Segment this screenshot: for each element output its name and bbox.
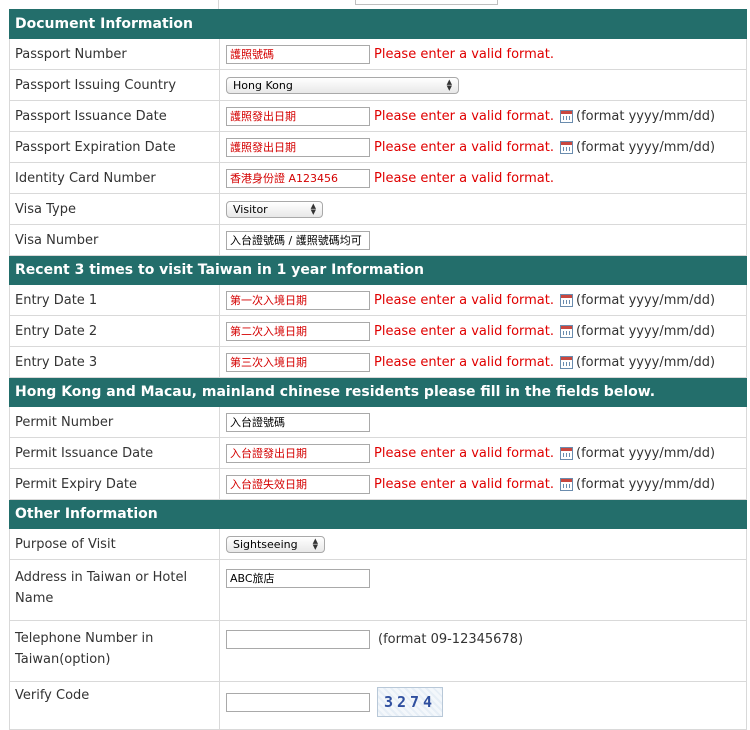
permit-expiry-input[interactable]: 入台證失效日期 [226,474,370,494]
row-purpose: Purpose of Visit Sightseeing ▲ ▼ [9,528,747,560]
error-message: Please enter a valid format. [374,139,555,155]
select-value: Sightseeing [233,537,298,551]
verify-code-input[interactable] [226,692,370,712]
identity-card-input[interactable]: 香港身份證 A123456 [226,168,370,188]
row-passport-number: Passport Number 護照號碼 Please enter a valid… [9,38,747,70]
date-format-hint: (format yyyy/mm/dd) [576,292,716,308]
date-format-hint: (format yyyy/mm/dd) [576,139,716,155]
date-format-hint: (format yyyy/mm/dd) [576,445,716,461]
row-entry-date-3: Entry Date 3 第三次入境日期 Please enter a valid… [9,346,747,378]
row-verify-code: Verify Code 3274 [9,681,747,730]
calendar-icon[interactable] [560,324,574,338]
telephone-label: Telephone Number in Taiwan(option) [9,620,220,682]
entry-date-2-label: Entry Date 2 [9,315,220,347]
permit-expiry-label: Permit Expiry Date [9,468,220,500]
row-expiration-date: Passport Expiration Date 護照發出日期 Please en… [9,131,747,163]
updown-arrows-icon: ▲ ▼ [310,202,316,216]
expiration-date-input[interactable]: 護照發出日期 [226,137,370,157]
visa-type-label: Visa Type [9,193,220,225]
row-telephone: Telephone Number in Taiwan(option) (form… [9,620,747,682]
row-visa-type: Visa Type Visitor ▲ ▼ [9,193,747,225]
error-message: Please enter a valid format. [374,476,555,492]
error-message: Please enter a valid format. [374,292,555,308]
calendar-icon[interactable] [560,355,574,369]
issuing-country-select[interactable]: Hong Kong ▲ ▼ [226,76,459,94]
row-issuing-country: Passport Issuing Country Hong Kong ▲ ▼ [9,69,747,101]
section-title: Recent 3 times to visit Taiwan in 1 year… [9,255,747,285]
section-permit: Hong Kong and Macau, mainland chinese re… [9,377,747,407]
section-document-information: Document Information [9,9,747,39]
address-label: Address in Taiwan or Hotel Name [9,559,220,621]
permit-number-label: Permit Number [9,406,220,438]
section-recent-visits: Recent 3 times to visit Taiwan in 1 year… [9,255,747,285]
issuing-country-label: Passport Issuing Country [9,69,220,101]
entry-date-1-label: Entry Date 1 [9,284,220,316]
row-visa-number: Visa Number 入台證號碼 / 護照號碼均可 [9,224,747,256]
error-message: Please enter a valid format. [374,46,555,62]
date-format-hint: (format yyyy/mm/dd) [576,108,716,124]
purpose-label: Purpose of Visit [9,528,220,560]
visa-type-select[interactable]: Visitor ▲ ▼ [226,200,323,218]
visa-number-input[interactable]: 入台證號碼 / 護照號碼均可 [226,230,370,250]
entry-date-1-input[interactable]: 第一次入境日期 [226,290,370,310]
expiration-date-label: Passport Expiration Date [9,131,220,163]
error-message: Please enter a valid format. [374,170,555,186]
visa-number-label: Visa Number [9,224,220,256]
updown-arrows-icon: ▲ ▼ [312,537,318,551]
entry-date-2-input[interactable]: 第二次入境日期 [226,321,370,341]
row-address: Address in Taiwan or Hotel Name ABC旅店 [9,559,747,621]
row-permit-expiry: Permit Expiry Date 入台證失效日期 Please enter a… [9,468,747,500]
section-title: Hong Kong and Macau, mainland chinese re… [9,377,747,407]
date-format-hint: (format yyyy/mm/dd) [576,323,716,339]
calendar-icon[interactable] [560,293,574,307]
error-message: Please enter a valid format. [374,108,555,124]
section-title: Document Information [9,9,747,39]
select-value: Hong Kong [233,78,293,92]
updown-arrows-icon: ▲ ▼ [446,78,452,92]
row-entry-date-2: Entry Date 2 第二次入境日期 Please enter a valid… [9,315,747,347]
application-form: Document Information Passport Number 護照號… [9,9,747,730]
telephone-input[interactable] [226,630,370,649]
passport-number-label: Passport Number [9,38,220,70]
calendar-icon[interactable] [560,140,574,154]
error-message: Please enter a valid format. [374,354,555,370]
row-permit-issuance: Permit Issuance Date 入台證發出日期 Please enter… [9,437,747,469]
purpose-select[interactable]: Sightseeing ▲ ▼ [226,535,325,553]
section-title: Other Information [9,499,747,529]
calendar-icon[interactable] [560,477,574,491]
issuance-date-input[interactable]: 護照發出日期 [226,106,370,126]
identity-card-label: Identity Card Number [9,162,220,194]
permit-issuance-input[interactable]: 入台證發出日期 [226,443,370,463]
row-identity-card: Identity Card Number 香港身份證 A123456 Please… [9,162,747,194]
date-format-hint: (format yyyy/mm/dd) [576,476,716,492]
captcha-image: 3274 [377,687,443,717]
section-other-information: Other Information [9,499,747,529]
error-message: Please enter a valid format. [374,445,555,461]
date-format-hint: (format yyyy/mm/dd) [576,354,716,370]
permit-issuance-label: Permit Issuance Date [9,437,220,469]
previous-row-remnant [0,0,750,9]
calendar-icon[interactable] [560,109,574,123]
telephone-format-hint: (format 09-12345678) [378,632,524,647]
verify-code-label: Verify Code [9,681,220,730]
passport-number-input[interactable]: 護照號碼 [226,44,370,64]
select-value: Visitor [233,202,268,216]
calendar-icon[interactable] [560,446,574,460]
entry-date-3-label: Entry Date 3 [9,346,220,378]
error-message: Please enter a valid format. [374,323,555,339]
entry-date-3-input[interactable]: 第三次入境日期 [226,352,370,372]
row-entry-date-1: Entry Date 1 第一次入境日期 Please enter a valid… [9,284,747,316]
issuance-date-label: Passport Issuance Date [9,100,220,132]
permit-number-input[interactable]: 入台證號碼 [226,412,370,432]
row-permit-number: Permit Number 入台證號碼 [9,406,747,438]
row-issuance-date: Passport Issuance Date 護照發出日期 Please ente… [9,100,747,132]
address-input[interactable]: ABC旅店 [226,569,370,588]
